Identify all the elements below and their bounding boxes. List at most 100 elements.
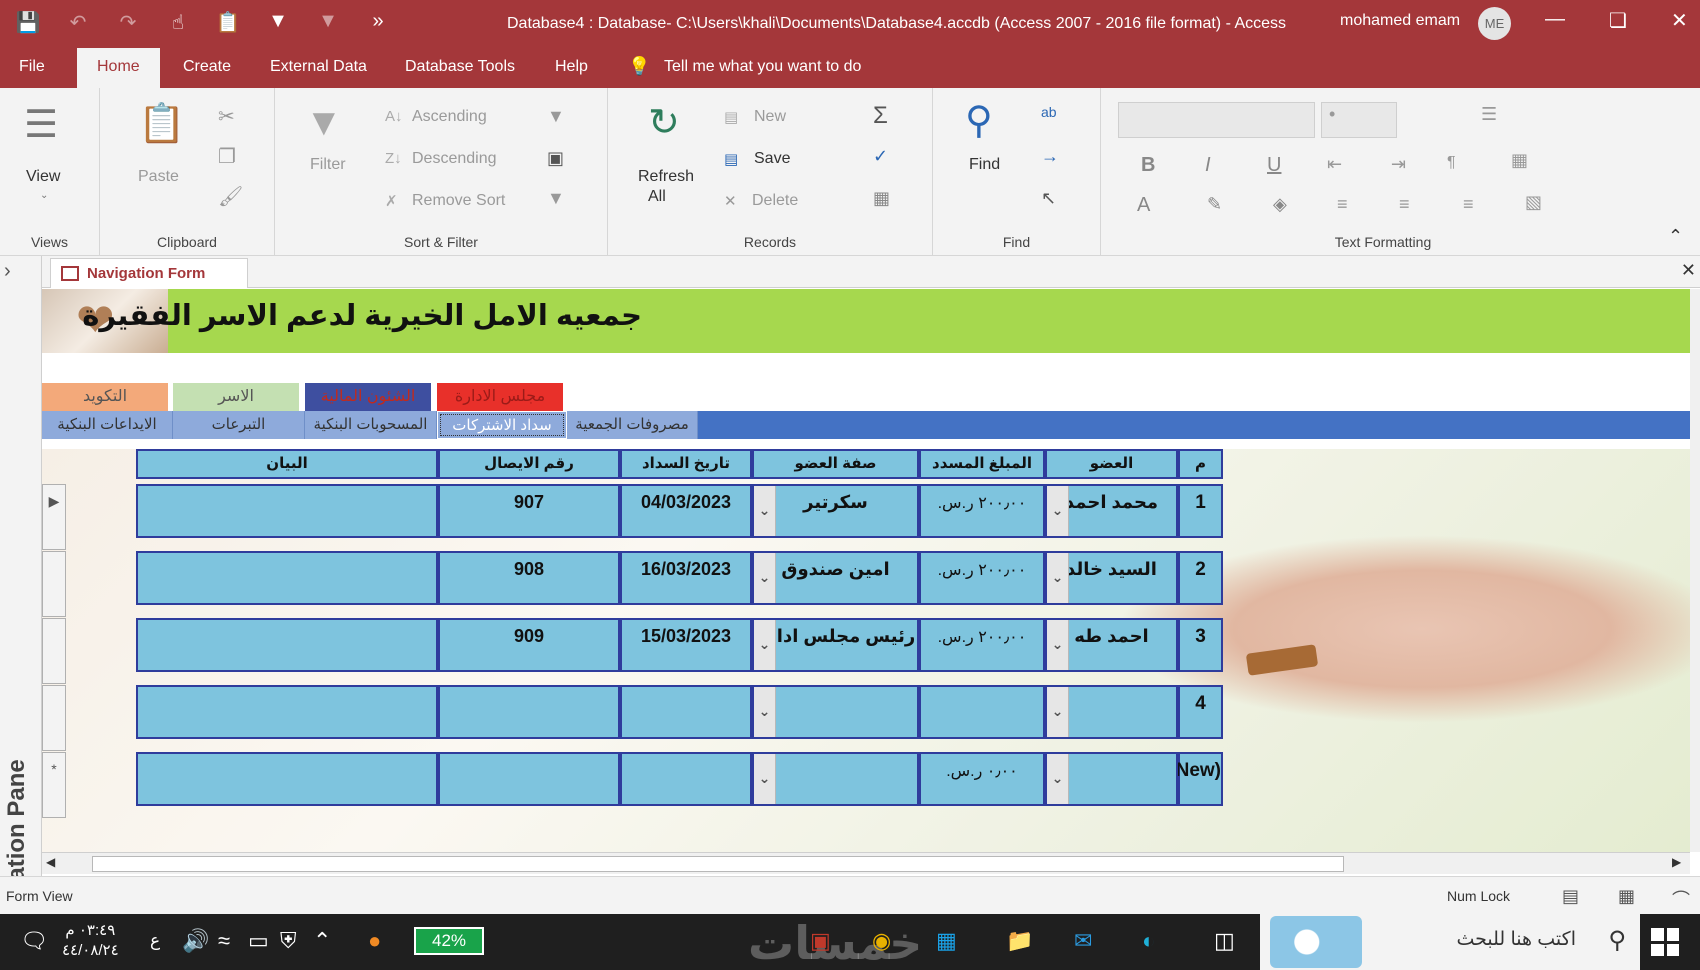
font-color-icon[interactable]: A (1137, 194, 1150, 217)
subtab-expenses[interactable]: مصروفات الجمعية (567, 411, 698, 439)
scroll-right-icon[interactable]: ▶ (1672, 855, 1681, 869)
task-view-icon[interactable]: ◫ (1214, 928, 1235, 954)
cell-member[interactable]: ⌄ (1045, 752, 1178, 806)
paragraph-icon[interactable]: ¶ (1447, 154, 1456, 172)
cell-no[interactable]: 1 (1178, 484, 1223, 538)
close-icon[interactable]: ✕ (1671, 8, 1688, 33)
expand-chevron-icon[interactable]: › (4, 260, 11, 283)
cell-member[interactable]: السيد خالد ⌄ (1045, 551, 1178, 605)
chevron-down-icon[interactable]: ⌄ (754, 754, 776, 804)
font-name-select[interactable] (1118, 102, 1315, 138)
decrease-indent-icon[interactable]: ⇤ (1327, 154, 1342, 175)
chevron-down-icon[interactable]: ⌄ (1047, 620, 1069, 670)
highlight-icon[interactable]: ✎ (1207, 194, 1222, 215)
tab-external-data[interactable]: External Data (270, 58, 367, 76)
chevron-down-icon[interactable]: ⌄ (754, 486, 776, 536)
delete-icon[interactable]: ✕ (724, 192, 737, 210)
edge-icon[interactable]: ◐ (1142, 928, 1155, 954)
show-hidden-icons-icon[interactable]: ⌃ (313, 928, 331, 954)
paste-button[interactable]: Paste (138, 168, 179, 186)
cell-receipt[interactable] (438, 685, 620, 739)
save-icon[interactable]: 💾 (14, 10, 42, 35)
record-selector[interactable] (42, 551, 66, 617)
tab-create[interactable]: Create (183, 58, 231, 76)
layout-view-icon[interactable]: ▦ (1618, 886, 1635, 907)
cell-role[interactable]: ⌄ (752, 752, 919, 806)
orange-app-icon[interactable]: ● (368, 928, 381, 954)
cell-date[interactable] (620, 685, 752, 739)
spelling-icon[interactable]: ✓ (873, 146, 888, 167)
italic-icon[interactable]: I (1205, 154, 1211, 177)
view-button[interactable]: View (26, 168, 60, 186)
select-icon[interactable]: ↖ (1041, 188, 1056, 209)
bullets-icon[interactable]: • (1329, 104, 1335, 125)
align-right-icon[interactable]: ≡ (1463, 194, 1474, 215)
toggle-filter-icon[interactable]: ▼ (547, 188, 565, 209)
new-record-icon[interactable]: ▤ (724, 108, 738, 126)
user-name[interactable]: mohamed emam (1340, 12, 1460, 30)
cell-note[interactable] (136, 685, 438, 739)
cell-no[interactable]: 4 (1178, 685, 1223, 739)
record-selector[interactable]: ▶ (42, 484, 66, 550)
cell-role[interactable]: سكرتير ⌄ (752, 484, 919, 538)
cell-note[interactable] (136, 618, 438, 672)
numbering-icon[interactable]: ☰ (1481, 104, 1497, 125)
scroll-thumb[interactable] (92, 856, 1344, 872)
tab-board[interactable]: مجلس الادارة (437, 383, 563, 411)
store-icon[interactable]: ▦ (936, 928, 957, 954)
cell-date[interactable] (620, 752, 752, 806)
cell-member[interactable]: ⌄ (1045, 685, 1178, 739)
cell-role[interactable]: ⌄ (752, 685, 919, 739)
cell-receipt[interactable] (438, 752, 620, 806)
chevron-down-icon[interactable]: ⌄ (1047, 754, 1069, 804)
subtab-deposits[interactable]: الايداعات البنكية (42, 411, 173, 439)
chevron-down-icon[interactable]: ⌄ (40, 190, 48, 201)
cell-receipt[interactable]: 908 (438, 551, 620, 605)
access-app-icon[interactable]: ▣ (810, 928, 831, 954)
chevron-down-icon[interactable]: ⌄ (1047, 486, 1069, 536)
volume-icon[interactable]: 🔊 (182, 928, 209, 954)
redo-icon[interactable]: ↷ (114, 10, 142, 35)
cut-icon[interactable]: ✂ (218, 104, 235, 129)
tell-me-input[interactable]: Tell me what you want to do (664, 58, 861, 76)
sort-ascending-icon[interactable]: A↓ (385, 108, 403, 125)
advanced-filter-icon[interactable]: ▣ (547, 148, 564, 169)
gridlines-icon[interactable]: ▦ (1511, 150, 1528, 171)
design-view-icon[interactable]: ⌒ (1672, 886, 1690, 912)
refresh-all-button[interactable]: Refresh (638, 168, 694, 186)
cell-amount[interactable]: ٢٠٠٫٠٠ ر.س. (919, 551, 1045, 605)
fill-color-icon[interactable]: ◈ (1273, 194, 1287, 215)
clock[interactable]: ٠٣:٤٩ م ٤٤/٠٨/٢٤ (62, 921, 119, 961)
tab-database-tools[interactable]: Database Tools (405, 58, 515, 76)
cell-date[interactable]: 04/03/2023 (620, 484, 752, 538)
vertical-scrollbar[interactable] (1690, 289, 1700, 852)
form-view-icon[interactable]: ▤ (1562, 886, 1579, 907)
selection-icon[interactable]: ▼ (547, 106, 565, 127)
mail-icon[interactable]: ✉ (1074, 928, 1092, 954)
cell-role[interactable]: رئيس مجلس ادارة ⌄ (752, 618, 919, 672)
more-records-icon[interactable]: ▦ (873, 188, 890, 209)
chevron-down-icon[interactable]: ⌄ (754, 553, 776, 603)
undo-icon[interactable]: ↶ (64, 10, 92, 35)
chevron-down-icon[interactable]: ⌄ (1047, 687, 1069, 737)
restore-icon[interactable]: ❏ (1609, 8, 1627, 33)
cell-date[interactable]: 15/03/2023 (620, 618, 752, 672)
avatar[interactable]: ME (1478, 7, 1511, 40)
chrome-icon[interactable]: ◉ (872, 928, 891, 954)
replace-icon[interactable]: ab (1041, 104, 1057, 120)
notification-icon[interactable]: 🗨 (20, 928, 48, 954)
wifi-icon[interactable]: ≈ (218, 928, 230, 954)
chevron-down-icon[interactable]: ⌄ (1047, 553, 1069, 603)
cell-receipt[interactable]: 907 (438, 484, 620, 538)
security-shield-icon[interactable]: ⛨ (280, 928, 297, 954)
tab-finance[interactable]: الشئون المالية (305, 383, 431, 411)
subtab-withdrawals[interactable]: المسحوبات البنكية (305, 411, 437, 439)
tab-help[interactable]: Help (555, 58, 588, 76)
cell-amount[interactable]: ٢٠٠٫٠٠ ر.س. (919, 618, 1045, 672)
cell-amount[interactable] (919, 685, 1045, 739)
cell-member[interactable]: احمد طه ⌄ (1045, 618, 1178, 672)
collapse-ribbon-icon[interactable]: ⌃ (1668, 226, 1683, 247)
file-explorer-icon[interactable]: 📁 (1006, 928, 1033, 954)
record-selector[interactable] (42, 618, 66, 684)
horizontal-scrollbar[interactable]: ◀ ▶ (42, 852, 1690, 874)
